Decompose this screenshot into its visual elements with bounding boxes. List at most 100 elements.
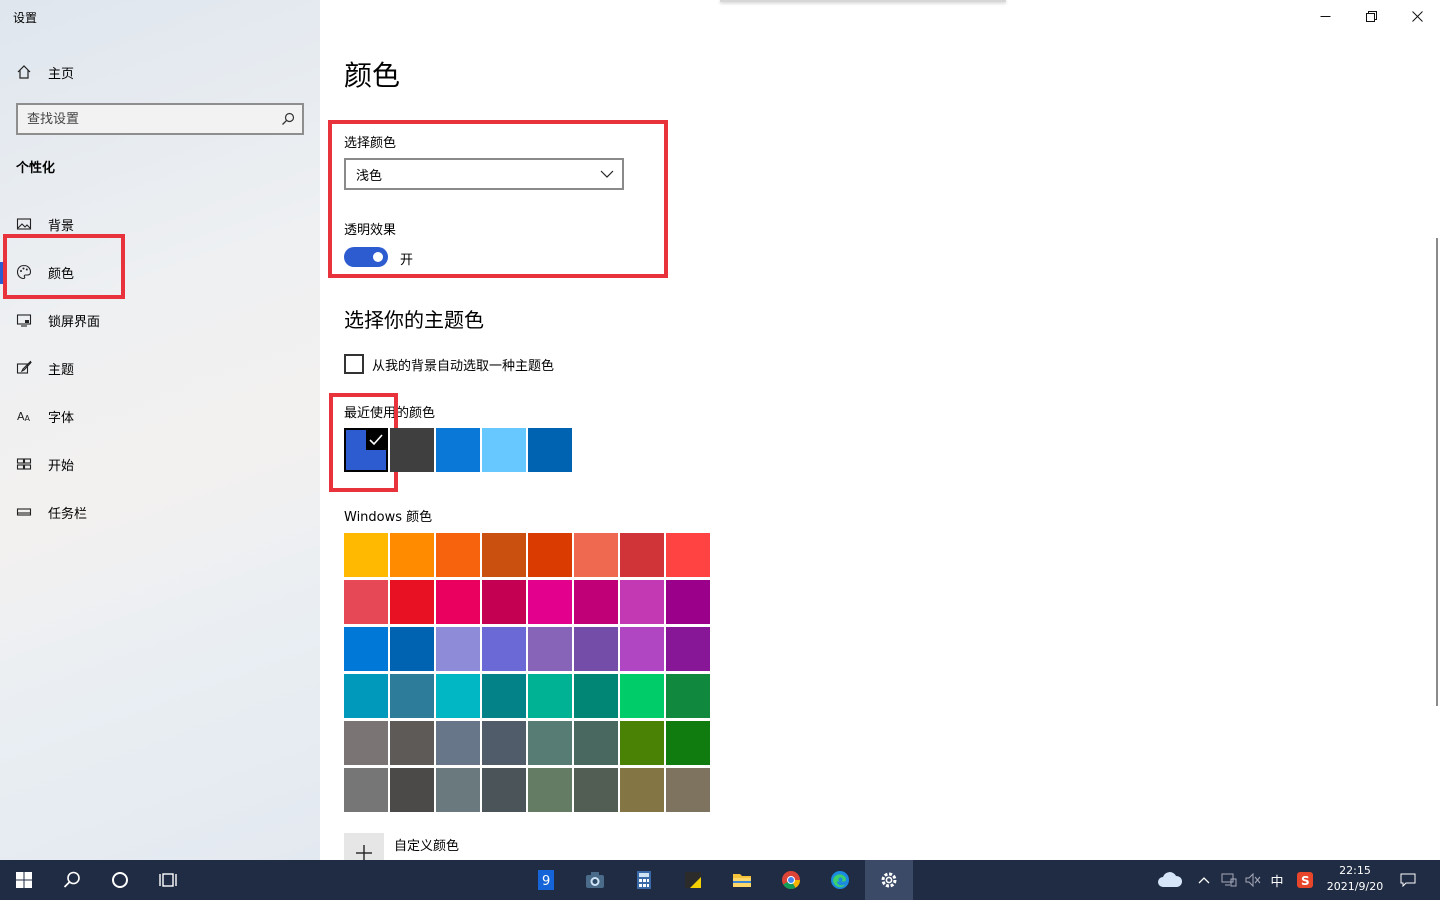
recent-color-swatch[interactable] [390,428,434,472]
windows-color-swatch[interactable] [574,674,618,718]
sidebar-item-start[interactable]: 开始 [0,444,320,484]
windows-color-swatch[interactable] [666,627,710,671]
windows-color-swatch[interactable] [666,768,710,812]
windows-color-swatch[interactable] [482,721,526,765]
search-input[interactable] [18,111,274,127]
windows-color-swatch[interactable] [528,721,572,765]
palette-icon [0,264,48,280]
search-button[interactable] [48,860,96,900]
windows-color-swatch[interactable] [390,627,434,671]
auto-accent-checkbox[interactable] [344,354,364,374]
recent-color-swatch[interactable] [436,428,480,472]
windows-color-swatch[interactable] [436,580,480,624]
windows-color-swatch[interactable] [436,674,480,718]
sidebar-item-label: 主页 [48,66,75,82]
sidebar-item-background[interactable]: 背景 [0,204,320,244]
cloud-icon [1158,872,1183,887]
windows-color-swatch[interactable] [528,627,572,671]
windows-color-swatch[interactable] [528,674,572,718]
cortana-button[interactable] [96,860,144,900]
taskbar-app-sticky-notes[interactable] [669,860,717,900]
restore-icon [1365,10,1377,22]
toggle-knob [373,252,383,262]
windows-color-swatch[interactable] [390,580,434,624]
windows-color-swatch[interactable] [620,721,664,765]
windows-color-swatch[interactable] [574,721,618,765]
windows-color-swatch[interactable] [344,768,388,812]
windows-color-swatch[interactable] [666,674,710,718]
windows-color-swatch[interactable] [344,580,388,624]
windows-color-swatch[interactable] [436,768,480,812]
taskbar-app-chrome[interactable] [767,860,815,900]
windows-color-swatch[interactable] [390,721,434,765]
clock[interactable]: 22:15 2021/9/20 [1318,863,1392,895]
windows-color-swatch[interactable] [344,674,388,718]
windows-color-swatch[interactable] [574,533,618,577]
action-center-button[interactable] [1394,860,1422,900]
ime-indicator[interactable]: 中 [1266,860,1288,900]
network-tray[interactable] [1218,860,1240,900]
windows-color-swatch[interactable] [666,533,710,577]
sidebar-item-colors[interactable]: 颜色 [0,252,320,292]
taskbar-app-cortana-nine[interactable]: 9 [522,860,570,900]
transparency-toggle[interactable] [344,247,388,267]
windows-color-swatch[interactable] [482,768,526,812]
onedrive-tray[interactable] [1150,860,1190,900]
scrollbar[interactable] [1436,238,1438,706]
windows-color-swatch[interactable] [620,674,664,718]
volume-tray[interactable] [1242,860,1264,900]
search-box[interactable] [16,103,304,135]
taskbar-app-camera[interactable] [571,860,619,900]
task-view-button[interactable] [144,860,192,900]
windows-color-swatch[interactable] [436,533,480,577]
sogou-input-tray[interactable]: S [1292,860,1318,900]
windows-color-swatch[interactable] [344,721,388,765]
windows-color-swatch[interactable] [390,768,434,812]
windows-color-swatch[interactable] [482,533,526,577]
windows-color-swatch[interactable] [620,533,664,577]
windows-color-swatch[interactable] [390,674,434,718]
sidebar-item-taskbar[interactable]: 任务栏 [0,492,320,532]
sidebar-item-home[interactable]: 主页 [0,52,320,92]
restore-button[interactable] [1348,0,1394,32]
windows-color-swatch[interactable] [436,627,480,671]
windows-color-swatch[interactable] [574,627,618,671]
windows-color-swatch[interactable] [620,627,664,671]
windows-color-swatch[interactable] [620,768,664,812]
search-icon[interactable] [274,112,302,126]
calculator-icon [637,871,651,889]
windows-color-swatch[interactable] [482,674,526,718]
windows-color-swatch[interactable] [528,533,572,577]
edge-icon [831,871,849,889]
recent-color-swatch[interactable] [528,428,572,472]
color-mode-dropdown[interactable]: 浅色 [344,158,624,190]
taskbar-app-edge[interactable] [816,860,864,900]
close-button[interactable] [1394,0,1440,32]
windows-color-swatch[interactable] [482,627,526,671]
windows-color-swatch[interactable] [436,721,480,765]
windows-color-swatch[interactable] [344,533,388,577]
start-button[interactable] [0,860,48,900]
windows-color-swatch[interactable] [666,580,710,624]
recent-color-swatch[interactable] [482,428,526,472]
windows-color-swatch[interactable] [390,533,434,577]
windows-color-swatch[interactable] [528,580,572,624]
sidebar-item-fonts[interactable]: AA 字体 [0,396,320,436]
minimize-button[interactable] [1302,0,1348,32]
windows-color-swatch[interactable] [482,580,526,624]
sidebar-item-lock-screen[interactable]: 锁屏界面 [0,300,320,340]
windows-color-swatch[interactable] [620,580,664,624]
taskbar-app-settings[interactable] [865,860,913,900]
windows-color-swatch[interactable] [574,580,618,624]
chevron-up-icon [1198,877,1210,884]
show-hidden-icons[interactable] [1194,860,1214,900]
windows-color-swatch[interactable] [574,768,618,812]
windows-color-swatch[interactable] [666,721,710,765]
sidebar-item-themes[interactable]: 主题 [0,348,320,388]
windows-color-swatch[interactable] [344,627,388,671]
windows-color-swatch[interactable] [528,768,572,812]
recent-colors-label: 最近使用的颜色 [344,406,436,421]
taskbar-app-calculator[interactable] [620,860,668,900]
taskbar-app-file-explorer[interactable] [718,860,766,900]
recent-color-swatch[interactable] [344,428,388,472]
